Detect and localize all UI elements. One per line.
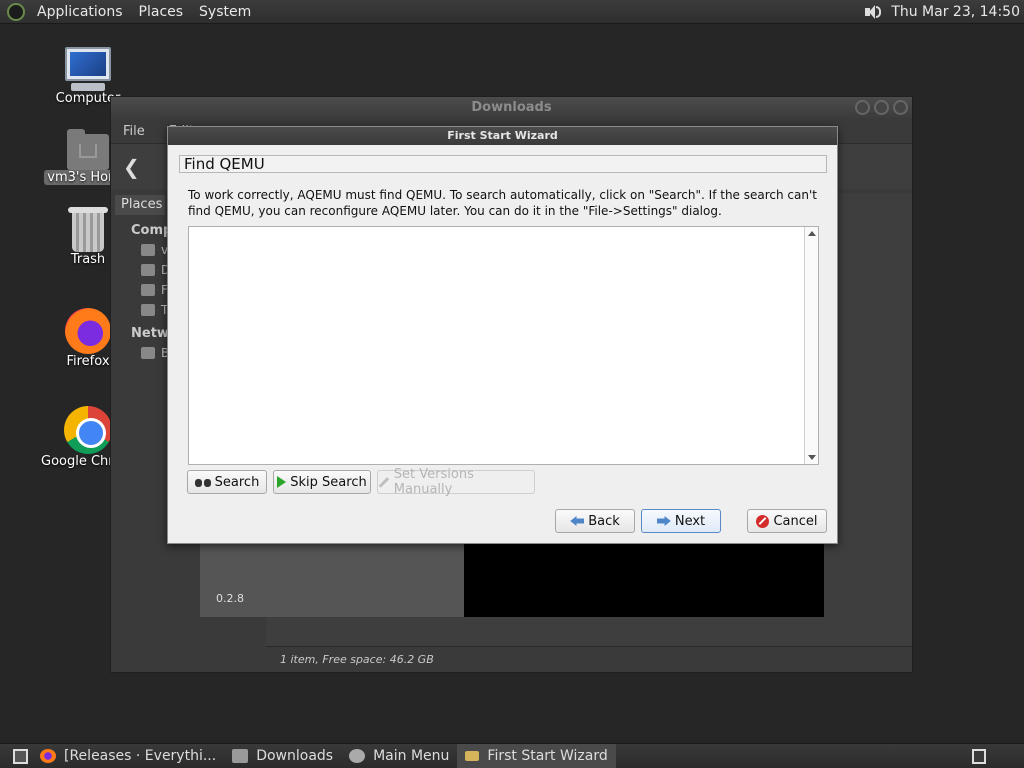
next-arrow-icon: [656, 516, 671, 526]
version-label: 0.2.8: [216, 592, 244, 605]
desktop-icon-label: Trash: [70, 252, 106, 267]
trash-icon: [141, 304, 155, 316]
window-title: Downloads: [471, 100, 552, 115]
trash-icon: [68, 207, 108, 252]
taskbar-item-downloads[interactable]: Downloads: [224, 744, 341, 768]
computer-icon: [65, 47, 111, 81]
set-versions-manually-button[interactable]: Set Versions Manually: [377, 467, 535, 497]
desktop-icon-label: Firefox: [66, 354, 110, 369]
applications-menu[interactable]: Applications: [29, 0, 131, 24]
first-start-wizard-dialog: First Start Wizard Find QEMU To work cor…: [167, 126, 838, 544]
cancel-button[interactable]: Cancel: [747, 509, 827, 533]
system-menu[interactable]: System: [191, 0, 259, 24]
show-desktop-button[interactable]: [8, 744, 32, 768]
search-output-textarea[interactable]: [188, 226, 819, 465]
network-icon: [141, 347, 155, 359]
filesystem-icon: [141, 284, 155, 296]
vertical-scrollbar[interactable]: [804, 227, 818, 464]
scroll-up-icon[interactable]: [808, 231, 816, 236]
workspace-switcher[interactable]: [934, 744, 1024, 768]
dialog-titlebar[interactable]: First Start Wizard: [168, 127, 837, 145]
close-button[interactable]: [893, 100, 908, 115]
wizard-icon: [465, 751, 480, 761]
scroll-down-icon[interactable]: [808, 455, 816, 460]
pencil-icon: [378, 476, 390, 488]
volume-icon[interactable]: [863, 4, 882, 20]
preview-panel: 0.2.8: [200, 544, 464, 617]
firefox-icon: [65, 308, 111, 354]
folder-icon: [232, 749, 249, 763]
clock[interactable]: Thu Mar 23, 14:50: [891, 4, 1024, 20]
description-text: To work correctly, AQEMU must find QEMU.…: [188, 188, 817, 218]
workspace-icon: [972, 748, 986, 764]
main-menu-icon: [349, 749, 366, 763]
file-menu[interactable]: File: [111, 124, 157, 139]
desktop-icon: [141, 264, 155, 276]
back-button[interactable]: Back: [555, 509, 635, 533]
next-button[interactable]: Next: [641, 509, 721, 533]
places-dropdown[interactable]: Places: [115, 195, 165, 215]
bottom-taskbar: [Releases · Everythi... Downloads Main M…: [0, 743, 1024, 768]
page-title: Find QEMU: [179, 155, 827, 173]
maximize-button[interactable]: [874, 100, 889, 115]
search-button[interactable]: Search: [187, 470, 267, 494]
firefox-icon: [40, 749, 56, 763]
play-icon: [277, 476, 287, 488]
back-arrow-icon[interactable]: ❮: [123, 155, 140, 179]
skip-search-button[interactable]: Skip Search: [273, 470, 371, 494]
home-folder-icon: [67, 129, 109, 170]
binoculars-icon: [194, 476, 211, 488]
minimize-button[interactable]: [855, 100, 870, 115]
show-desktop-icon: [12, 748, 28, 764]
preview-image: [464, 544, 824, 617]
window-titlebar[interactable]: Downloads: [111, 97, 912, 119]
taskbar-item-firefox[interactable]: [Releases · Everythi...: [32, 744, 224, 768]
cancel-icon: [756, 514, 770, 528]
status-bar: 1 item, Free space: 46.2 GB: [266, 646, 912, 672]
top-panel: Applications Places System Thu Mar 23, 1…: [0, 0, 1024, 24]
taskbar-item-main-menu[interactable]: Main Menu: [341, 744, 457, 768]
taskbar-item-first-start-wizard[interactable]: First Start Wizard: [457, 743, 616, 768]
places-menu[interactable]: Places: [131, 0, 192, 24]
distro-logo-icon[interactable]: [7, 2, 25, 21]
chrome-icon: [64, 406, 112, 454]
back-arrow-icon: [570, 516, 585, 526]
home-icon: [141, 244, 155, 256]
